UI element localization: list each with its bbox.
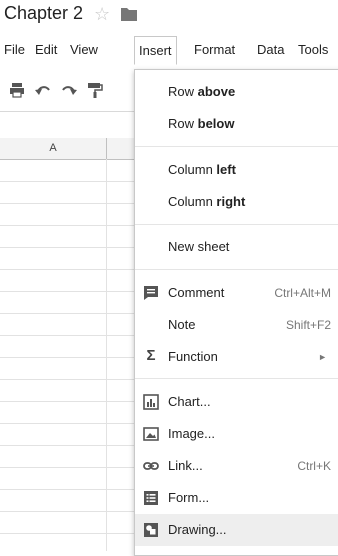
comment-shortcut: Ctrl+Alt+M xyxy=(274,286,331,300)
menu-item-image[interactable]: Image... xyxy=(135,418,338,450)
chart-icon xyxy=(143,394,159,410)
menu-view[interactable]: View xyxy=(66,39,102,61)
menu-separator xyxy=(135,269,338,270)
menu-item-function[interactable]: Σ Function ► xyxy=(135,341,338,373)
sigma-icon: Σ xyxy=(146,347,156,364)
document-title[interactable]: Chapter 2 xyxy=(4,3,83,24)
menu-file[interactable]: File xyxy=(0,39,29,61)
menubar: File Edit View Insert Format Data Tools xyxy=(0,36,338,65)
menu-item-column-left[interactable]: Column left xyxy=(135,154,338,186)
undo-icon[interactable] xyxy=(34,81,52,99)
menu-item-form[interactable]: Form... xyxy=(135,482,338,514)
column-right-label: Column right xyxy=(168,194,246,209)
menu-separator xyxy=(135,378,338,379)
form-icon xyxy=(144,491,158,505)
menu-item-new-sheet[interactable]: New sheet xyxy=(135,231,338,263)
menu-item-row-below[interactable]: Row below xyxy=(135,108,338,140)
menu-separator xyxy=(135,146,338,147)
chart-label: Chart... xyxy=(168,394,211,409)
menu-tools[interactable]: Tools xyxy=(294,39,332,61)
menu-item-link[interactable]: Link... Ctrl+K xyxy=(135,450,338,482)
insert-menu-dropdown: Row above Row below Column left Column r… xyxy=(134,69,338,556)
image-icon xyxy=(143,427,159,441)
drawing-icon xyxy=(144,523,158,537)
menu-data[interactable]: Data xyxy=(253,39,288,61)
menu-item-row-above[interactable]: Row above xyxy=(135,76,338,108)
menu-separator xyxy=(135,224,338,225)
column-header-a[interactable]: A xyxy=(0,138,107,159)
row-below-label: Row below xyxy=(168,116,235,131)
function-label: Function xyxy=(168,349,218,364)
menu-item-chart[interactable]: Chart... xyxy=(135,386,338,418)
column-left-label: Column left xyxy=(168,162,236,177)
star-icon[interactable]: ☆ xyxy=(94,4,110,24)
menu-insert[interactable]: Insert xyxy=(134,36,177,65)
drawing-label: Drawing... xyxy=(168,522,227,537)
link-shortcut: Ctrl+K xyxy=(297,459,331,473)
image-label: Image... xyxy=(168,426,215,441)
print-icon[interactable] xyxy=(8,81,26,99)
folder-icon[interactable] xyxy=(121,7,137,21)
menu-item-comment[interactable]: Comment Ctrl+Alt+M xyxy=(135,277,338,309)
row-above-label: Row above xyxy=(168,84,236,99)
comment-label: Comment xyxy=(168,285,225,300)
submenu-arrow-icon: ► xyxy=(318,352,327,362)
grid-column-line xyxy=(106,159,107,551)
menu-edit[interactable]: Edit xyxy=(31,39,61,61)
redo-icon[interactable] xyxy=(60,81,78,99)
menu-item-note[interactable]: Note Shift+F2 xyxy=(135,309,338,341)
comment-icon xyxy=(144,286,158,300)
note-shortcut: Shift+F2 xyxy=(285,318,331,332)
menu-item-column-right[interactable]: Column right xyxy=(135,186,338,218)
menu-format[interactable]: Format xyxy=(190,39,239,61)
link-label: Link... xyxy=(168,458,203,473)
form-label: Form... xyxy=(168,490,210,505)
paint-format-icon[interactable] xyxy=(86,81,104,99)
link-icon xyxy=(143,462,159,470)
note-label: Note xyxy=(168,317,196,332)
menu-item-drawing[interactable]: Drawing... xyxy=(135,514,338,546)
new-sheet-label: New sheet xyxy=(168,239,230,254)
title-row: Chapter 2 ☆ xyxy=(0,0,338,30)
